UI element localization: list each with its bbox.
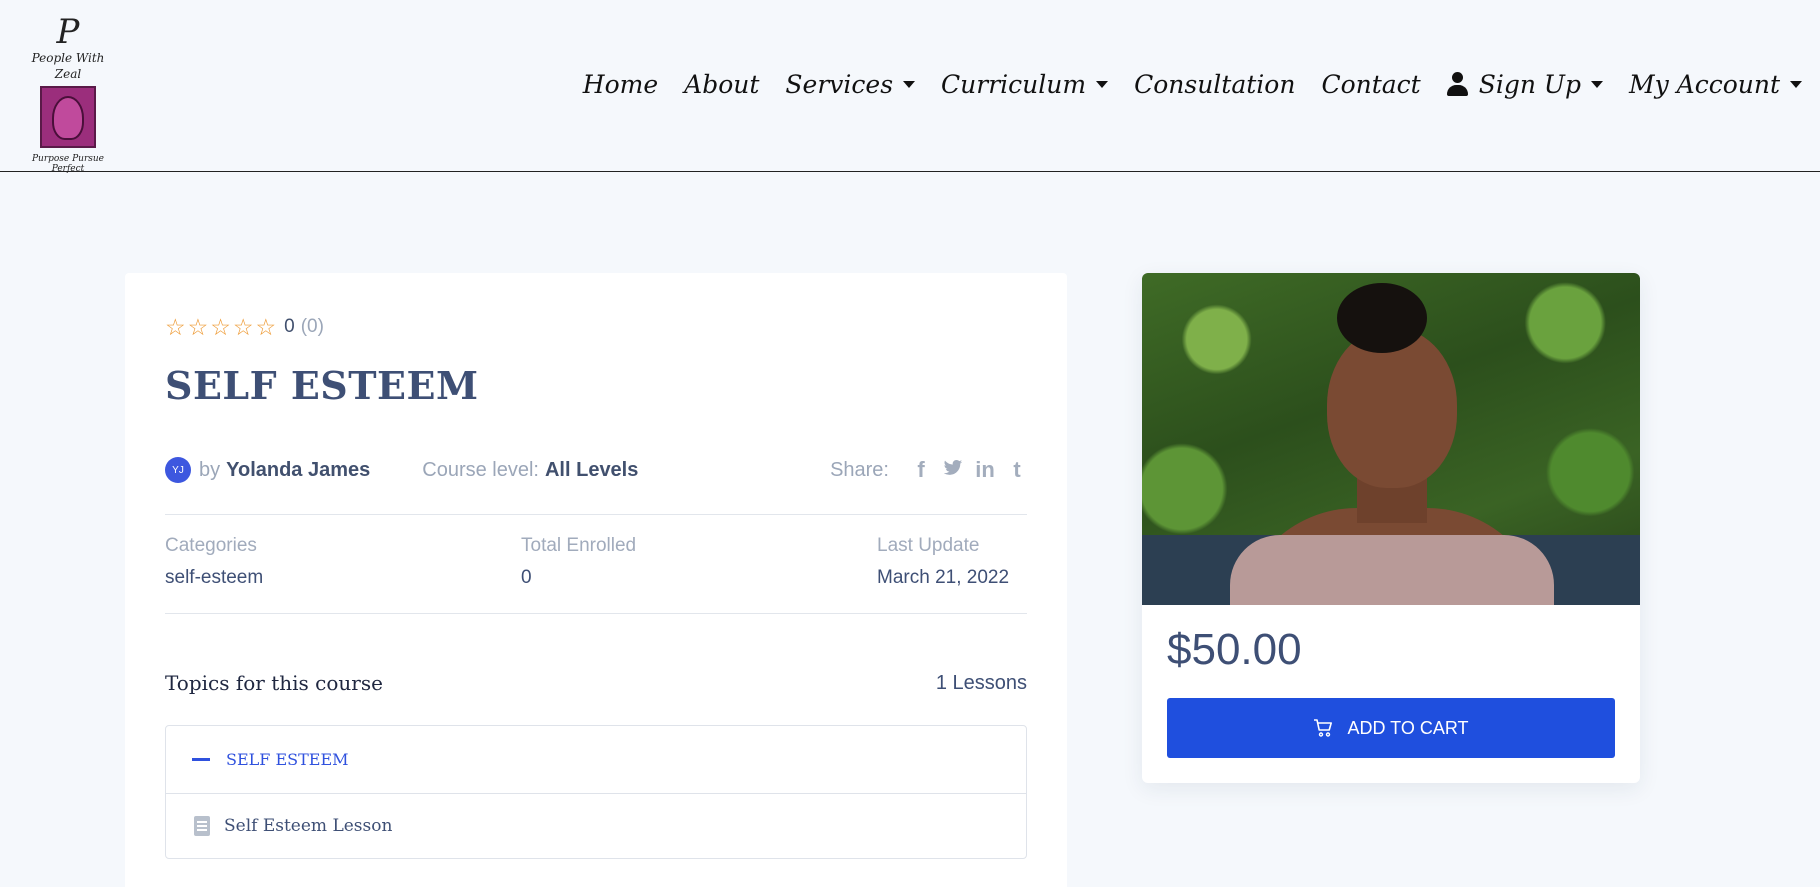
nav-consultation-label: Consultation xyxy=(1134,69,1296,99)
lesson-title: Self Esteem Lesson xyxy=(224,816,393,836)
purchase-card: $50.00 ADD TO CART xyxy=(1142,273,1640,783)
rating-count: (0) xyxy=(300,316,324,337)
divider xyxy=(165,514,1027,515)
course-level-label: Course level: xyxy=(422,458,539,481)
topic-accordion: SELF ESTEEM Self Esteem Lesson xyxy=(165,725,1027,859)
course-price: $50.00 xyxy=(1167,625,1302,674)
nav-curriculum-label: Curriculum xyxy=(941,69,1087,99)
stat-categories: Categories self-esteem xyxy=(165,535,263,589)
chevron-down-icon xyxy=(1590,80,1603,88)
course-meta: YJ by Yolanda James Course level: All Le… xyxy=(165,455,1027,485)
nav-my-account[interactable]: My Account xyxy=(1629,70,1802,99)
nav-curriculum[interactable]: Curriculum xyxy=(941,69,1109,99)
stat-categories-value[interactable]: self-esteem xyxy=(165,567,263,589)
nav-my-account-label: My Account xyxy=(1628,69,1780,99)
nav-about-label: About xyxy=(684,69,760,99)
star-empty-icon: ☆ xyxy=(165,314,186,340)
user-icon xyxy=(1446,72,1468,96)
nav-sign-up[interactable]: Sign Up xyxy=(1446,69,1603,99)
rating-score: 0 xyxy=(284,316,295,337)
instructor-name[interactable]: Yolanda James xyxy=(226,459,370,482)
stat-categories-label: Categories xyxy=(165,535,257,556)
collapse-icon xyxy=(192,758,210,761)
logo-brand: People With Zeal xyxy=(31,51,105,81)
star-empty-icon: ☆ xyxy=(210,314,231,340)
divider xyxy=(165,613,1027,614)
nav-home-label: Home xyxy=(582,69,659,99)
stat-enrolled: Total Enrolled 0 xyxy=(521,535,636,589)
logo-tagline: Purpose Pursue Perfect xyxy=(31,154,105,174)
facebook-icon[interactable]: f xyxy=(911,457,931,483)
logo-monogram: P xyxy=(56,12,80,52)
tumblr-icon[interactable]: t xyxy=(1007,457,1027,483)
course-level-value: All Levels xyxy=(544,458,639,481)
course-thumbnail xyxy=(1142,273,1640,605)
stat-last-update-value: March 21, 2022 xyxy=(877,567,1010,588)
share-links: Share: f in t xyxy=(830,457,1027,483)
main-nav: Home About Services Curriculum Consultat… xyxy=(557,62,1802,106)
topic-toggle[interactable]: SELF ESTEEM xyxy=(166,726,1026,794)
stat-last-update-label: Last Update xyxy=(877,535,980,556)
nav-sign-up-label: Sign Up xyxy=(1478,69,1581,99)
site-header: P People With Zeal Purpose Pursue Perfec… xyxy=(0,0,1820,174)
course-details-card: ☆ ☆ ☆ ☆ ☆ 0 (0) SELF ESTEEM YJ by Yoland… xyxy=(125,273,1067,887)
chevron-down-icon xyxy=(903,80,916,88)
course-title: SELF ESTEEM xyxy=(165,363,479,408)
lesson-count: 1 Lessons xyxy=(935,671,1027,694)
logo-emblem xyxy=(40,86,96,148)
chevron-down-icon xyxy=(1096,80,1109,88)
avatar[interactable]: YJ xyxy=(165,457,191,483)
topics-heading: Topics for this course xyxy=(165,671,383,695)
course-rating: ☆ ☆ ☆ ☆ ☆ 0 (0) xyxy=(165,315,324,339)
document-icon xyxy=(194,816,210,836)
nav-home[interactable]: Home xyxy=(583,70,658,99)
share-label: Share: xyxy=(830,458,889,481)
add-to-cart-label: ADD TO CART xyxy=(1347,717,1469,738)
nav-about[interactable]: About xyxy=(684,70,759,99)
stat-last-update: Last Update March 21, 2022 xyxy=(877,535,1009,589)
nav-contact-label: Contact xyxy=(1321,69,1421,99)
chevron-down-icon xyxy=(1790,80,1802,88)
course-stats: Categories self-esteem Total Enrolled 0 … xyxy=(165,535,1027,595)
add-to-cart-button[interactable]: ADD TO CART xyxy=(1167,698,1615,758)
nav-consultation[interactable]: Consultation xyxy=(1134,70,1295,99)
star-empty-icon: ☆ xyxy=(187,314,209,340)
nav-contact[interactable]: Contact xyxy=(1321,70,1420,99)
star-empty-icon: ☆ xyxy=(232,314,254,340)
star-empty-icon: ☆ xyxy=(255,314,277,340)
by-label: by xyxy=(199,458,221,481)
twitter-icon[interactable] xyxy=(943,457,963,483)
nav-services-label: Services xyxy=(785,69,894,99)
nav-services[interactable]: Services xyxy=(785,69,916,99)
linkedin-icon[interactable]: in xyxy=(975,457,995,483)
course-level: Course level: All Levels xyxy=(422,459,638,482)
stat-enrolled-label: Total Enrolled xyxy=(521,535,637,556)
site-logo[interactable]: P People With Zeal Purpose Pursue Perfec… xyxy=(18,12,118,174)
topics-header: Topics for this course 1 Lessons xyxy=(165,671,1027,695)
stat-enrolled-value: 0 xyxy=(521,567,532,588)
cart-icon xyxy=(1313,719,1333,737)
lesson-item[interactable]: Self Esteem Lesson xyxy=(166,794,1026,858)
topic-title: SELF ESTEEM xyxy=(226,750,349,769)
